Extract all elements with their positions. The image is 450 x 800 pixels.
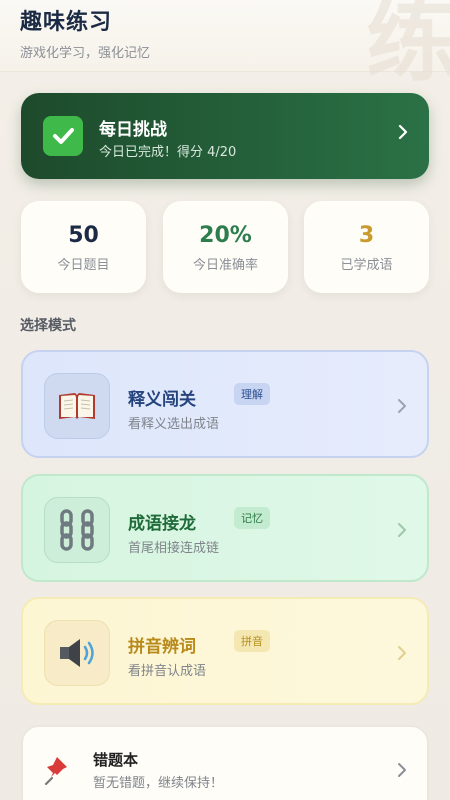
mode-tag: 拼音: [234, 630, 270, 652]
daily-challenge-card[interactable]: 每日挑战 今日已完成！得分 4/20: [21, 93, 429, 179]
mode-description: 看释义选出成语: [128, 417, 220, 432]
pushpin-icon: [43, 753, 77, 791]
speaker-icon: [44, 620, 110, 686]
mode-tag: 理解: [234, 383, 270, 405]
chain-icon: [44, 497, 110, 563]
chevron-right-icon: [397, 762, 407, 782]
stat-card-accuracy: 20% 今日准确率: [163, 201, 288, 293]
mode-description: 看拼音认成语: [128, 664, 207, 679]
stat-label: 已学成语: [340, 258, 393, 273]
stat-card-learned: 3 已学成语: [304, 201, 429, 293]
stat-label: 今日题目: [57, 258, 110, 273]
daily-challenge-title: 每日挑战: [99, 120, 167, 140]
mode-card-definition[interactable]: 释义闯关 理解 看释义选出成语: [21, 350, 429, 458]
watermark-glyph: 练: [365, 0, 450, 94]
stat-value: 3: [358, 223, 375, 248]
page-title: 趣味练习: [20, 10, 113, 35]
mode-name: 释义闯关: [128, 390, 196, 410]
wrong-book-description: 暂无错题，继续保持！: [93, 776, 224, 791]
stat-label: 今日准确率: [192, 258, 258, 273]
mode-card-chain[interactable]: 成语接龙 记忆 首尾相接连成链: [21, 474, 429, 582]
chevron-right-icon: [397, 123, 409, 145]
wrong-book-card[interactable]: 错题本 暂无错题，继续保持！: [21, 725, 429, 800]
stat-value: 20%: [199, 223, 252, 248]
page-subtitle: 游戏化学习，强化记忆: [20, 46, 151, 61]
mode-card-pinyin[interactable]: 拼音辨词 拼音 看拼音认成语: [21, 597, 429, 705]
mode-description: 首尾相接连成链: [128, 541, 220, 556]
stat-card-today-questions: 50 今日题目: [21, 201, 146, 293]
daily-challenge-status: 今日已完成！得分 4/20: [99, 145, 237, 160]
mode-name: 拼音辨词: [128, 637, 196, 657]
wrong-book-title: 错题本: [93, 751, 139, 769]
chevron-right-icon: [397, 398, 407, 418]
chevron-right-icon: [397, 522, 407, 542]
stat-value: 50: [68, 223, 99, 248]
check-icon: [43, 116, 83, 156]
section-title: 选择模式: [20, 318, 76, 334]
mode-name: 成语接龙: [128, 514, 196, 534]
chevron-right-icon: [397, 645, 407, 665]
book-icon: [44, 373, 110, 439]
page-header: 趣味练习 游戏化学习，强化记忆: [20, 4, 150, 61]
mode-tag: 记忆: [234, 507, 270, 529]
